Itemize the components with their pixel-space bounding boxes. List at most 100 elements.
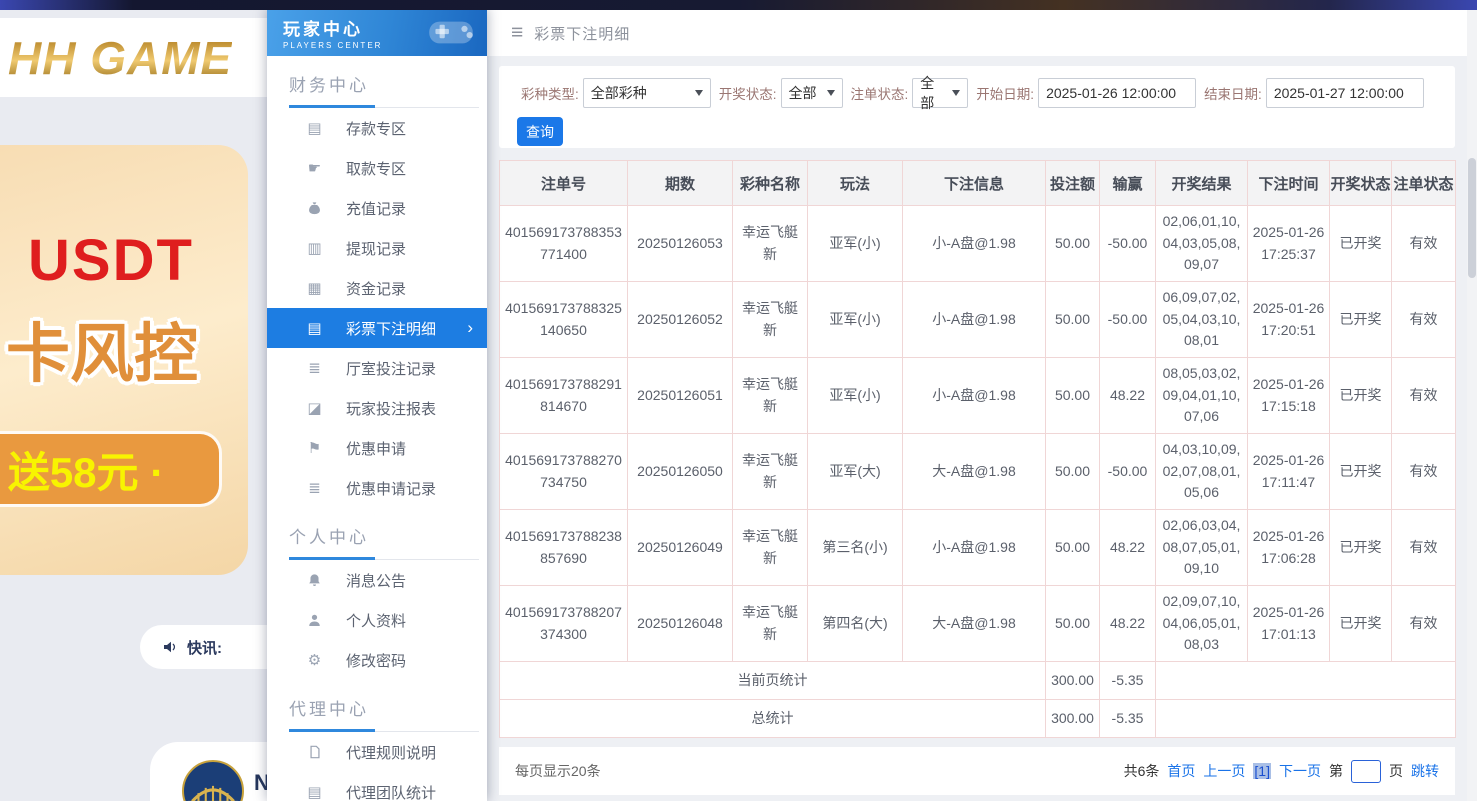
promo-banner[interactable]: USDT 卡风控 送58元 ·: [0, 145, 248, 575]
table-row: 40156917378832514065020250126052幸运飞艇新亚军(…: [500, 282, 1456, 358]
sidebar-item-change-password[interactable]: ⚙修改密码: [267, 640, 487, 680]
promo-headline: 卡风控: [6, 303, 198, 395]
sidebar-item-withdrawal-records[interactable]: ▥提现记录: [267, 228, 487, 268]
menu-toggle-icon[interactable]: ≡: [511, 21, 523, 45]
table-cell: -50.00: [1100, 206, 1156, 282]
table-header-row: 注单号期数彩种名称玩法下注信息投注额输赢开奖结果下注时间开奖状态注单状态: [500, 161, 1456, 206]
end-date-label: 结束日期:: [1204, 83, 1262, 103]
jump-link[interactable]: 跳转: [1411, 761, 1439, 781]
table-cell: 大-A盘@1.98: [903, 586, 1046, 662]
table-cell: 第四名(大): [808, 586, 903, 662]
filter-bar: 彩种类型: 全部彩种 开奖状态: 全部 注单状态: 全部 开始日期: 2025-…: [499, 66, 1455, 148]
table-cell: 已开奖: [1330, 510, 1392, 586]
table-cell: 20250126053: [628, 206, 733, 282]
current-page-indicator[interactable]: [1]: [1253, 763, 1271, 779]
table-cell: 幸运飞艇新: [733, 434, 808, 510]
detail-icon: ▤: [305, 319, 324, 337]
table-cell: 48.22: [1100, 586, 1156, 662]
lottery-type-select[interactable]: 全部彩种: [583, 78, 711, 108]
column-header: 开奖状态: [1330, 161, 1392, 206]
promo-badge: 送58元 ·: [0, 431, 222, 507]
sidebar-item-label: 代理团队统计: [346, 782, 436, 801]
sidebar-item-messages[interactable]: 消息公告: [267, 560, 487, 600]
scrollbar[interactable]: [1467, 10, 1477, 801]
sidebar-section: 财务中心: [267, 56, 487, 108]
table-cell: 401569173788207374300: [500, 586, 628, 662]
table-cell: 亚军(小): [808, 358, 903, 434]
sidebar-item-agent-rules[interactable]: 代理规则说明: [267, 732, 487, 772]
table-cell: -50.00: [1100, 282, 1156, 358]
doc-icon: [305, 745, 324, 759]
sidebar-item-label: 优惠申请记录: [346, 478, 436, 499]
summary-label: 当前页统计: [500, 662, 1046, 700]
end-date-input[interactable]: 2025-01-27 12:00:00: [1266, 78, 1424, 108]
sidebar-item-funds-records[interactable]: ▦资金记录: [267, 268, 487, 308]
table-cell: 2025-01-26 17:25:37: [1248, 206, 1330, 282]
search-button[interactable]: 查询: [517, 117, 563, 146]
summary-bet-total: 300.00: [1046, 700, 1100, 738]
start-date-input[interactable]: 2025-01-26 12:00:00: [1038, 78, 1196, 108]
chevron-down-icon: [827, 90, 835, 96]
bet-details-table: 注单号期数彩种名称玩法下注信息投注额输赢开奖结果下注时间开奖状态注单状态 401…: [499, 160, 1456, 738]
scrollbar-thumb[interactable]: [1468, 158, 1476, 278]
table-cell: 50.00: [1046, 510, 1100, 586]
table-cell: 已开奖: [1330, 434, 1392, 510]
sidebar-item-label: 修改密码: [346, 650, 406, 671]
table-cell: 02,06,03,04,08,07,05,01,09,10: [1156, 510, 1248, 586]
person-icon: [305, 613, 324, 628]
draw-status-label: 开奖状态:: [719, 83, 777, 103]
players-center-panel: 玩家中心 PLAYERS CENTER 财务中心▤存款专区☛取款专区充值记录▥提…: [267, 8, 487, 801]
first-page-link[interactable]: 首页: [1167, 761, 1195, 781]
sidebar-item-player-bet-report[interactable]: ◪玩家投注报表: [267, 388, 487, 428]
column-header: 彩种名称: [733, 161, 808, 206]
table-cell: 48.22: [1100, 510, 1156, 586]
table-cell: 50.00: [1046, 206, 1100, 282]
table-cell: 幸运飞艇新: [733, 206, 808, 282]
speaker-icon: [162, 639, 178, 655]
sidebar-section-title: 财务中心: [289, 71, 487, 96]
table-cell: -50.00: [1100, 434, 1156, 510]
jump-page-input[interactable]: [1351, 760, 1381, 783]
sidebar-item-label: 代理规则说明: [346, 742, 436, 763]
table-cell: 02,06,01,10,04,03,05,08,09,07: [1156, 206, 1248, 282]
sidebar-item-withdraw-zone[interactable]: ☛取款专区: [267, 148, 487, 188]
sidebar-item-label: 优惠申请: [346, 438, 406, 459]
sidebar-item-deposit-zone[interactable]: ▤存款专区: [267, 108, 487, 148]
table-cell: 2025-01-26 17:20:51: [1248, 282, 1330, 358]
column-header: 投注额: [1046, 161, 1100, 206]
wallet-icon: ▦: [305, 279, 324, 297]
gamepad-icon: [423, 13, 479, 56]
sidebar-item-hall-bet-records[interactable]: ≣厅室投注记录: [267, 348, 487, 388]
start-date-label: 开始日期:: [976, 83, 1034, 103]
table-cell: 08,05,03,02,09,04,01,10,07,06: [1156, 358, 1248, 434]
table-cell: 20250126048: [628, 586, 733, 662]
sidebar-item-lottery-bet-details[interactable]: ▤彩票下注明细›: [267, 308, 487, 348]
table-cell: 小-A盘@1.98: [903, 282, 1046, 358]
order-status-select[interactable]: 全部: [912, 78, 968, 108]
table-cell: 第三名(小): [808, 510, 903, 586]
table-cell: 2025-01-26 17:11:47: [1248, 434, 1330, 510]
prev-page-link[interactable]: 上一页: [1203, 761, 1245, 781]
table-cell: 50.00: [1046, 282, 1100, 358]
summary-bet-total: 300.00: [1046, 662, 1100, 700]
table-cell: 有效: [1392, 282, 1456, 358]
sidebar-item-promo-apply[interactable]: ⚑优惠申请: [267, 428, 487, 468]
bet-details-table-card: 注单号期数彩种名称玩法下注信息投注额输赢开奖结果下注时间开奖状态注单状态 401…: [499, 160, 1455, 738]
lottery-type-value: 全部彩种: [591, 83, 647, 103]
table-cell: 有效: [1392, 586, 1456, 662]
sidebar-item-promo-apply-records[interactable]: ≣优惠申请记录: [267, 468, 487, 508]
summary-row: 当前页统计300.00-5.35: [500, 662, 1456, 700]
draw-status-select[interactable]: 全部: [781, 78, 843, 108]
sidebar-item-agent-team-stats[interactable]: ▤代理团队统计: [267, 772, 487, 801]
table-cell: 小-A盘@1.98: [903, 510, 1046, 586]
summary-label: 总统计: [500, 700, 1046, 738]
jump-prefix-label: 第: [1329, 761, 1343, 781]
sidebar-item-recharge-records[interactable]: 充值记录: [267, 188, 487, 228]
summary-winloss-total: -5.35: [1100, 700, 1156, 738]
sidebar-item-label: 取款专区: [346, 158, 406, 179]
table-cell: 小-A盘@1.98: [903, 358, 1046, 434]
table-cell: 06,09,07,02,05,04,03,10,08,01: [1156, 282, 1248, 358]
table-cell: 50.00: [1046, 358, 1100, 434]
sidebar-item-profile[interactable]: 个人资料: [267, 600, 487, 640]
next-page-link[interactable]: 下一页: [1279, 761, 1321, 781]
